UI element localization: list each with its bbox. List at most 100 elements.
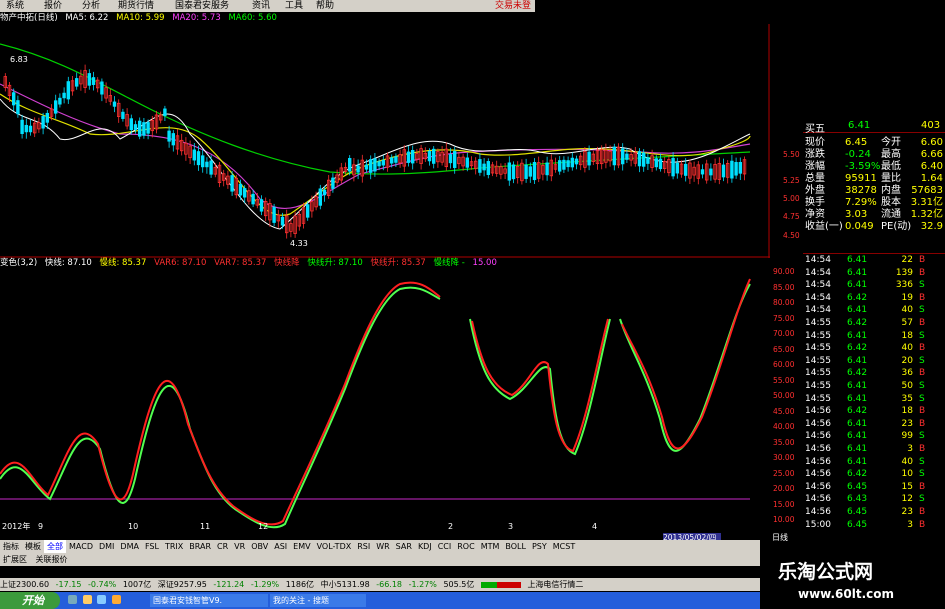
taskbar-item-app[interactable]: 国泰君安钱智管V9. xyxy=(150,594,268,607)
indicator-tab[interactable]: 全部 xyxy=(44,540,66,553)
price-chart[interactable]: 6.83 4.33 5.50 xyxy=(0,24,770,258)
date-label: 10 xyxy=(128,522,138,531)
menu-item-news[interactable]: 资讯 xyxy=(252,0,270,12)
indicator-tab[interactable]: DMI xyxy=(96,540,117,553)
tick-row: 14:54 6.41 40 S xyxy=(803,305,945,317)
quote-label-right: PE(动) xyxy=(881,221,912,232)
menu-item-analysis[interactable]: 分析 xyxy=(82,0,100,12)
indicator-tab[interactable]: MCST xyxy=(550,540,578,553)
tick-price: 6.41 xyxy=(847,355,868,366)
tick-side: B xyxy=(919,519,926,530)
tick-time: 14:56 xyxy=(805,444,831,454)
indicator-tab[interactable]: TRIX xyxy=(162,540,186,553)
quote-label-right: 股本 xyxy=(881,197,901,208)
kdj-down1: 快线降 xyxy=(274,258,300,268)
quote-label: 换手 xyxy=(805,197,825,208)
kdj-axis-label: 45.00 xyxy=(773,406,795,416)
tick-volume: 12 xyxy=(901,494,913,505)
kdj-chart[interactable]: 2012年 9 10 11 12 2 3 4 xyxy=(0,269,770,531)
quote-label: 收益(一) xyxy=(805,221,843,232)
indicator-tab[interactable]: KDJ xyxy=(415,540,435,553)
kdj-var6: VAR6: 87.10 xyxy=(154,258,207,268)
tick-volume: 50 xyxy=(901,381,913,391)
menu-item-service[interactable]: 国泰君安服务 xyxy=(175,0,229,12)
tick-volume: 19 xyxy=(901,292,913,303)
menu-item-quote[interactable]: 报价 xyxy=(44,0,62,12)
price-axis: 5.50 5.25 5.00 4.75 4.50 xyxy=(771,24,803,258)
indicator-tab[interactable]: PSY xyxy=(529,540,550,553)
menu-item-tools[interactable]: 工具 xyxy=(285,0,303,12)
period-button[interactable]: 日线 xyxy=(772,533,802,543)
tick-side: S xyxy=(919,355,925,366)
quote-value: 0.049 xyxy=(845,221,874,232)
indicator-tab[interactable]: 指标 xyxy=(0,540,22,553)
kdj-axis-label: 30.00 xyxy=(773,453,795,462)
indicator-tab[interactable]: VOL-TDX xyxy=(314,540,355,553)
trade-login-status[interactable]: 交易未登 xyxy=(495,0,531,12)
menu-bar: 系统 报价 分析 期货行情 国泰君安服务 资讯 工具 帮助 交易未登 xyxy=(0,0,535,12)
tick-side: B xyxy=(919,267,926,278)
taskbar-item-browser[interactable]: 我的关注 - 搜题 xyxy=(270,594,366,607)
indicator-tab[interactable]: WR xyxy=(373,540,392,553)
tick-time: 14:56 xyxy=(805,418,831,429)
indicator-tab[interactable]: ROC xyxy=(454,540,477,553)
extension-tab-bar: 扩展区 关联报价 xyxy=(0,553,760,566)
indicator-tab[interactable]: FSL xyxy=(142,540,162,553)
high-price-annotation: 6.83 xyxy=(10,55,28,64)
indicator-tab[interactable]: MTM xyxy=(478,540,503,553)
quote-value-right: 1.32亿 xyxy=(910,209,943,220)
menu-item-help[interactable]: 帮助 xyxy=(316,0,334,12)
tick-volume: 57 xyxy=(901,318,913,328)
menu-item-system[interactable]: 系统 xyxy=(6,0,24,12)
kdj-var7: VAR7: 85.37 xyxy=(214,258,267,268)
tick-time: 15:00 xyxy=(805,519,831,530)
tick-side: S xyxy=(919,494,925,505)
start-button[interactable]: 开始 xyxy=(0,592,60,609)
zx-index[interactable]: 中小5131.98 xyxy=(321,580,370,589)
tick-time: 14:56 xyxy=(805,431,831,442)
tick-row: 14:55 6.41 20 S xyxy=(803,356,945,368)
tick-side: S xyxy=(919,393,925,404)
quick-launch-icon[interactable] xyxy=(111,595,121,604)
indicator-tab[interactable]: DMA xyxy=(117,540,142,553)
quick-launch-icon[interactable] xyxy=(82,595,92,604)
sz-index[interactable]: 深证9257.95 xyxy=(158,580,207,589)
tick-side: B xyxy=(919,444,926,454)
watermark-url: www.60lt.com xyxy=(798,587,895,601)
price-axis-label: 4.50 xyxy=(783,231,800,240)
tick-volume: 22 xyxy=(901,255,913,265)
indicator-tab[interactable]: BOLL xyxy=(502,540,529,553)
indicator-tab[interactable]: BRAR xyxy=(186,540,214,553)
sh-index[interactable]: 上证2300.60 xyxy=(0,580,49,589)
kdj-axis-label: 75.00 xyxy=(773,313,795,323)
indicator-tab[interactable]: RSI xyxy=(354,540,373,553)
tick-row: 14:54 6.41 139 B xyxy=(803,268,945,280)
date-label: 2 xyxy=(448,522,453,531)
tick-volume: 36 xyxy=(901,368,913,379)
indicator-tab[interactable]: CCI xyxy=(435,540,455,553)
menu-item-futures[interactable]: 期货行情 xyxy=(118,0,154,12)
tick-time: 14:55 xyxy=(805,330,831,341)
indicator-tab[interactable]: MACD xyxy=(66,540,96,553)
indicator-tab[interactable]: OBV xyxy=(248,540,271,553)
tick-volume: 40 xyxy=(901,343,913,354)
tick-volume: 99 xyxy=(901,431,913,442)
tab-related-quote[interactable]: 关联报价 xyxy=(33,555,71,564)
tick-row: 14:56 6.42 10 S xyxy=(803,469,945,481)
indicator-tab[interactable]: EMV xyxy=(290,540,313,553)
indicator-tab[interactable]: CR xyxy=(214,540,231,553)
tick-time: 14:55 xyxy=(805,393,831,404)
tick-volume: 336 xyxy=(895,280,913,291)
tab-extension[interactable]: 扩展区 xyxy=(0,555,30,564)
tick-side: B xyxy=(919,292,926,303)
tick-time: 14:56 xyxy=(805,481,831,492)
quick-launch-icon[interactable] xyxy=(97,595,107,604)
indicator-tab[interactable]: ASI xyxy=(271,540,290,553)
tick-volume: 40 xyxy=(901,305,913,316)
quick-launch-icon[interactable] xyxy=(68,595,77,604)
indicator-tab[interactable]: SAR xyxy=(393,540,415,553)
stock-title: 物产中拓(日线) xyxy=(0,13,58,23)
quote-label: 净资 xyxy=(805,209,825,220)
indicator-tab[interactable]: VR xyxy=(231,540,248,553)
indicator-tab[interactable]: 模板 xyxy=(22,540,44,553)
